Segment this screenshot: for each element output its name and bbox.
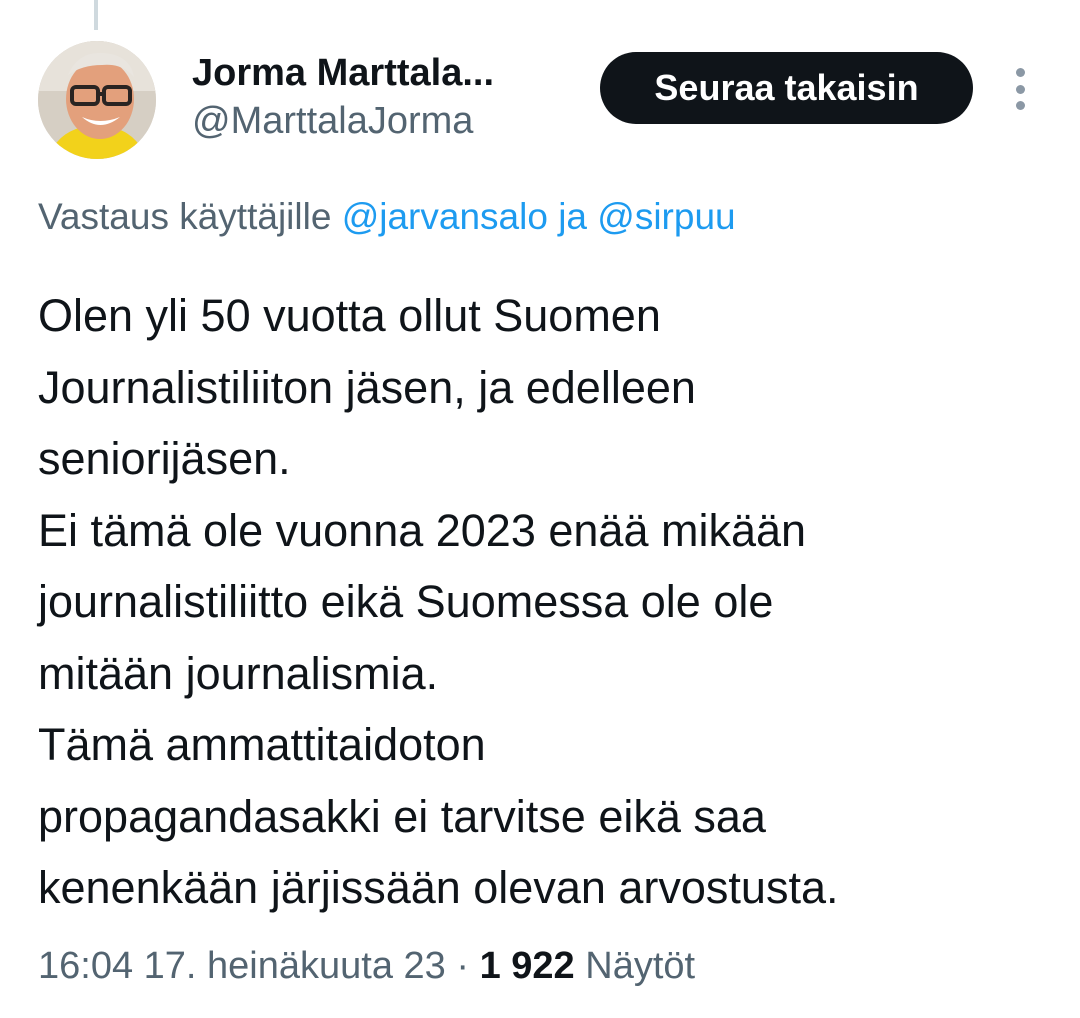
tweet-meta: 16:04 17. heinäkuuta 23 · 1 922 Näytöt xyxy=(38,940,695,992)
tweet-text-line: seniorijäsen. xyxy=(38,433,291,484)
tweet-detail: Jorma Marttala... @MarttalaJorma Seuraa … xyxy=(0,0,1080,1018)
dot xyxy=(1015,101,1025,110)
tweet-text-line: propagandasakki ei tarvitse eikä saa xyxy=(38,790,766,842)
views-label: Näytöt xyxy=(585,945,696,987)
mention-link[interactable]: @jarvansalo xyxy=(342,196,548,237)
author-handle[interactable]: @MarttalaJorma xyxy=(192,98,592,144)
dot xyxy=(1015,84,1025,94)
separator: · xyxy=(456,945,470,987)
avatar-image xyxy=(38,41,156,159)
mention-link[interactable]: @sirpuu xyxy=(597,196,735,237)
more-vertical-icon[interactable] xyxy=(1005,68,1035,110)
tweet-text-line: Tämä ammattitaidoton xyxy=(38,719,486,770)
tweet-text-line: Ei tämä ole vuonna 2023 enää mikään xyxy=(38,504,807,556)
reply-context: Vastaus käyttäjille @jarvansalo ja @sirp… xyxy=(38,193,736,241)
avatar[interactable] xyxy=(38,41,156,159)
thread-connector-line xyxy=(94,0,98,30)
timestamp[interactable]: 16:04 xyxy=(38,945,133,987)
tweet-text-line: Journalistiliiton jäsen, ja edelleen xyxy=(38,361,696,413)
tweet-text-line: mitään journalismia. xyxy=(38,647,439,699)
tweet-text-line: journalistiliitto eikä Suomessa ole ole xyxy=(38,576,774,627)
date[interactable]: 17. heinäkuuta 23 xyxy=(144,945,446,987)
tweet-text-line: Olen yli 50 vuotta ollut Suomen xyxy=(38,290,661,341)
tweet-text: Olen yli 50 vuotta ollut Suomen Journali… xyxy=(38,280,1048,924)
author-info: Jorma Marttala... @MarttalaJorma xyxy=(192,50,592,144)
author-display-name[interactable]: Jorma Marttala... xyxy=(192,50,592,96)
reply-prefix: Vastaus käyttäjille xyxy=(38,196,332,237)
tweet-text-line: kenenkään järjissään olevan arvostusta. xyxy=(38,862,839,913)
reply-joiner: ja xyxy=(558,196,587,237)
dot xyxy=(1015,68,1025,77)
views-count: 1 922 xyxy=(479,945,575,987)
follow-back-button[interactable]: Seuraa takaisin xyxy=(600,52,973,124)
